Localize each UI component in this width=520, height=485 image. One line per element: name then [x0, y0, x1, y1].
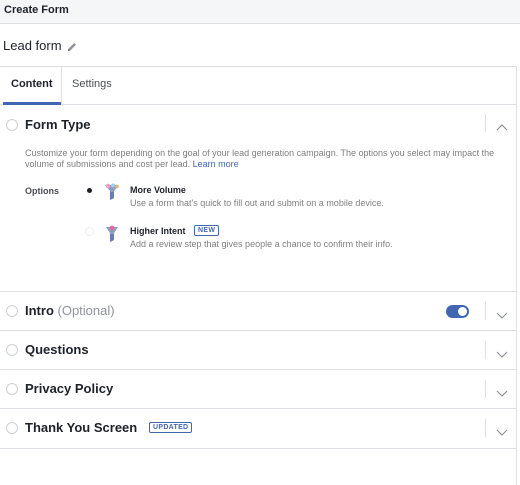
funnel-icon: [104, 225, 120, 243]
chevron-down-icon[interactable]: [496, 424, 508, 436]
description-text: Customize your form depending on the goa…: [25, 148, 495, 169]
tab-divider: [61, 67, 62, 105]
privacy-policy-status-radio: [6, 383, 18, 395]
privacy-policy-title: Privacy Policy: [25, 381, 114, 396]
questions-title: Questions: [25, 342, 89, 357]
section-separator: [485, 114, 486, 132]
form-type-title[interactable]: Form Type: [25, 117, 91, 132]
optional-label: (Optional): [57, 303, 115, 318]
questions-status-radio: [6, 344, 18, 356]
section-separator: [485, 380, 486, 398]
questions-section[interactable]: Questions: [0, 331, 517, 370]
editor-panel: Content Settings Form Type Customize you…: [0, 66, 517, 485]
intro-toggle[interactable]: [446, 305, 469, 318]
section-separator: [485, 419, 486, 437]
more-volume-description: Use a form that's quick to fill out and …: [130, 198, 384, 208]
form-type-description: Customize your form depending on the goa…: [25, 148, 495, 170]
more-volume-name[interactable]: More Volume: [130, 185, 186, 195]
section-separator: [485, 341, 486, 359]
top-bar: Create Form: [0, 0, 520, 24]
thank-you-screen-section[interactable]: Thank You Screen UPDATED: [0, 409, 517, 449]
thank-you-title: Thank You Screen: [25, 420, 138, 435]
form-name[interactable]: Lead form: [3, 38, 62, 53]
pencil-icon[interactable]: [66, 40, 78, 52]
learn-more-link[interactable]: Learn more: [193, 159, 239, 169]
intro-section[interactable]: Intro (Optional): [0, 292, 517, 331]
toggle-knob: [458, 307, 467, 316]
form-name-row: Lead form: [0, 24, 520, 66]
intro-label: Intro: [25, 303, 54, 318]
thank-you-status-radio: [6, 422, 18, 434]
privacy-policy-section[interactable]: Privacy Policy: [0, 370, 517, 409]
section-separator: [485, 302, 486, 320]
chevron-down-icon[interactable]: [496, 385, 508, 397]
form-type-status-radio: [6, 119, 18, 131]
form-type-section: Form Type Customize your form depending …: [0, 105, 517, 292]
intro-status-radio: [6, 305, 18, 317]
chevron-down-icon[interactable]: [496, 346, 508, 358]
more-volume-radio[interactable]: [85, 186, 94, 195]
higher-intent-radio[interactable]: [85, 227, 94, 236]
tab-settings[interactable]: Settings: [72, 78, 112, 90]
higher-intent-name[interactable]: Higher Intent: [130, 226, 186, 236]
updated-badge: UPDATED: [149, 422, 193, 433]
chevron-down-icon[interactable]: [496, 307, 508, 319]
options-label: Options: [25, 186, 59, 196]
tab-bar: Content Settings: [0, 67, 517, 105]
intro-title: Intro (Optional): [25, 303, 115, 318]
tab-content[interactable]: Content: [11, 78, 53, 90]
funnel-icon: [104, 183, 120, 201]
chevron-up-icon[interactable]: [496, 118, 508, 131]
higher-intent-description: Add a review step that gives people a ch…: [130, 239, 393, 249]
page-title: Create Form: [4, 4, 69, 16]
new-badge: NEW: [194, 225, 220, 236]
